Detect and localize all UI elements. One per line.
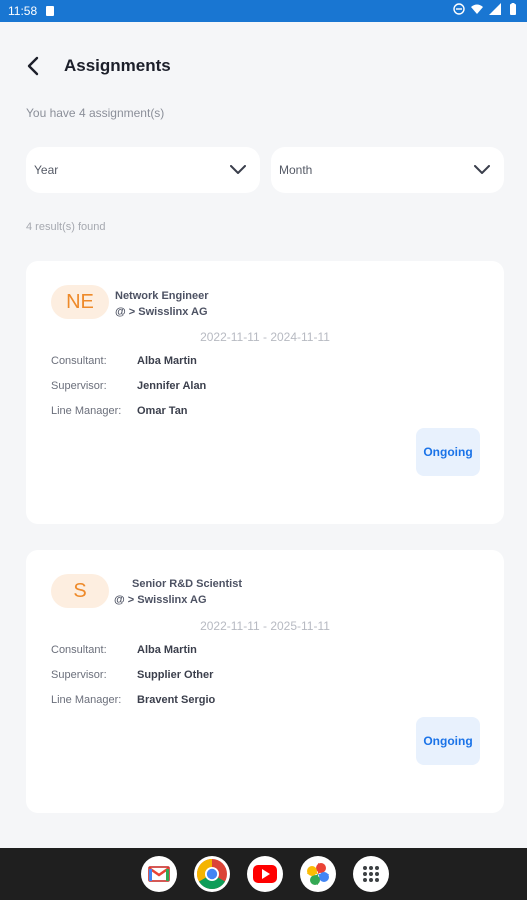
results-count: 4 result(s) found [26, 221, 106, 233]
consultant-value: Alba Martin [137, 355, 197, 367]
assignment-role: Network Engineer @ > Swisslinx AG [115, 288, 209, 320]
assignment-card[interactable]: S Senior R&D Scientist @ > Swisslinx AG … [26, 550, 504, 813]
wifi-icon [471, 4, 483, 14]
month-dropdown-label: Month [279, 163, 313, 177]
page-title: Assignments [64, 56, 171, 75]
supervisor-row: Supervisor: Supplier Other [51, 669, 213, 681]
chevron-left-icon [27, 56, 39, 76]
assignment-dates: 2022-11-11 - 2025-11-11 [200, 619, 330, 633]
signal-icon [489, 3, 501, 15]
gmail-icon[interactable] [141, 856, 177, 892]
consultant-row: Consultant: Alba Martin [51, 644, 197, 656]
chrome-icon[interactable] [194, 856, 230, 892]
supervisor-row: Supervisor: Jennifer Alan [51, 380, 206, 392]
chevron-down-icon [230, 165, 246, 174]
line-manager-label: Line Manager: [51, 694, 122, 706]
line-manager-value: Omar Tan [137, 405, 188, 417]
role-title: Senior R&D Scientist [132, 578, 243, 590]
assignment-role: Senior R&D Scientist @ > Swisslinx AG [114, 576, 242, 608]
year-dropdown[interactable]: Year [26, 147, 260, 193]
consultant-label: Consultant: [51, 355, 107, 367]
supervisor-value: Supplier Other [137, 669, 214, 681]
consultant-value: Alba Martin [137, 644, 197, 656]
assignment-card[interactable]: NE Network Engineer @ > Swisslinx AG 202… [26, 261, 504, 524]
app-drawer-icon[interactable] [353, 856, 389, 892]
company-name: @ > Swisslinx AG [114, 594, 207, 606]
company-name: @ > Swisslinx AG [115, 306, 208, 318]
supervisor-label: Supervisor: [51, 669, 107, 681]
assignment-dates: 2022-11-11 - 2024-11-11 [200, 330, 330, 344]
consultant-row: Consultant: Alba Martin [51, 355, 197, 367]
line-manager-label: Line Manager: [51, 405, 122, 417]
line-manager-value: Bravent Sergio [137, 694, 216, 706]
role-title: Network Engineer [115, 290, 209, 302]
back-button[interactable] [26, 52, 58, 80]
status-time: 11:58 [8, 4, 38, 18]
avatar: S [51, 574, 109, 608]
youtube-icon[interactable] [247, 856, 283, 892]
photos-icon[interactable] [300, 856, 336, 892]
status-bar: 11:58 [0, 0, 527, 22]
year-dropdown-label: Year [34, 163, 59, 177]
line-manager-row: Line Manager: Omar Tan [51, 405, 188, 417]
assignment-summary: You have 4 assignment(s) [26, 106, 165, 120]
status-ongoing-button[interactable]: Ongoing [416, 717, 480, 765]
status-icons [453, 3, 519, 15]
status-ongoing-button[interactable]: Ongoing [416, 428, 480, 476]
app-dock [141, 856, 389, 892]
sd-card-icon [46, 6, 54, 16]
avatar: NE [51, 285, 109, 319]
month-dropdown[interactable]: Month [271, 147, 504, 193]
line-manager-row: Line Manager: Bravent Sergio [51, 694, 215, 706]
battery-icon [510, 3, 516, 15]
header: Assignments [26, 52, 171, 80]
navigation-bar [0, 848, 527, 900]
dnd-icon [453, 3, 465, 15]
chevron-down-icon [474, 165, 490, 174]
consultant-label: Consultant: [51, 644, 107, 656]
supervisor-label: Supervisor: [51, 380, 107, 392]
supervisor-value: Jennifer Alan [137, 380, 207, 392]
